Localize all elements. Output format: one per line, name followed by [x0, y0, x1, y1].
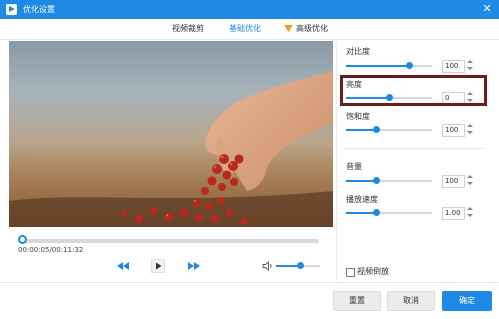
window-title: 优化设置	[23, 5, 55, 14]
fast-forward-icon[interactable]	[187, 259, 201, 273]
saturation-slider-fill	[346, 129, 376, 131]
panel-divider	[336, 41, 337, 281]
saturation-stepper[interactable]	[466, 123, 474, 136]
saturation-label: 饱和度	[346, 112, 370, 121]
reset-button[interactable]: 重置	[333, 291, 381, 311]
volume-value-input[interactable]: 100	[442, 175, 465, 188]
contrast-slider-thumb[interactable]	[406, 62, 413, 69]
speed-slider-thumb[interactable]	[373, 209, 380, 216]
brightness-highlight-box	[340, 75, 487, 106]
speed-slider-fill	[346, 212, 376, 214]
contrast-stepper[interactable]	[466, 59, 474, 72]
tab-advanced-optimize[interactable]: 高级优化	[284, 24, 328, 34]
volume-icon[interactable]	[262, 261, 274, 271]
reverse-video-checkbox[interactable]	[346, 268, 355, 277]
saturation-slider-thumb[interactable]	[373, 126, 380, 133]
tab-video-crop[interactable]: 视频裁剪	[172, 24, 204, 34]
contrast-label: 对比度	[346, 47, 370, 56]
speed-label: 播放速度	[346, 195, 378, 204]
app-logo-icon	[6, 4, 17, 15]
title-bar: 优化设置 ✕	[0, 0, 499, 19]
tab-basic-optimize[interactable]: 基础优化	[229, 24, 261, 34]
video-frame-image	[9, 71, 333, 227]
reverse-video-label: 视频倒放	[357, 267, 389, 276]
timecode: 00:00:05/00:11:32	[18, 246, 84, 254]
cancel-button[interactable]: 取消	[387, 291, 435, 311]
vip-icon	[284, 25, 293, 32]
volume-label: 音量	[346, 162, 362, 171]
optimize-settings-window: 优化设置 ✕ 视频裁剪 基础优化 高级优化 00:00:05/00:11:32 …	[0, 0, 499, 318]
tab-advanced-label: 高级优化	[296, 24, 328, 33]
contrast-slider-fill	[346, 65, 409, 67]
speed-stepper[interactable]	[466, 206, 474, 219]
video-preview	[9, 41, 333, 227]
tab-bar: 视频裁剪 基础优化 高级优化	[0, 19, 499, 58]
play-icon[interactable]	[151, 259, 165, 273]
contrast-value-input[interactable]: 100	[442, 60, 465, 73]
volume-stepper[interactable]	[466, 174, 474, 187]
ok-button[interactable]: 确定	[442, 291, 492, 311]
rewind-icon[interactable]	[116, 259, 130, 273]
close-icon[interactable]: ✕	[481, 3, 493, 15]
volume-slider-thumb[interactable]	[297, 262, 304, 269]
speed-value-input[interactable]: 1.00	[442, 207, 465, 220]
audio-volume-slider-thumb[interactable]	[373, 177, 380, 184]
section-divider	[344, 148, 484, 149]
seek-bar[interactable]	[22, 239, 319, 243]
saturation-value-input[interactable]: 100	[442, 124, 465, 137]
seek-thumb[interactable]	[18, 235, 27, 244]
audio-volume-slider-fill	[346, 180, 376, 182]
